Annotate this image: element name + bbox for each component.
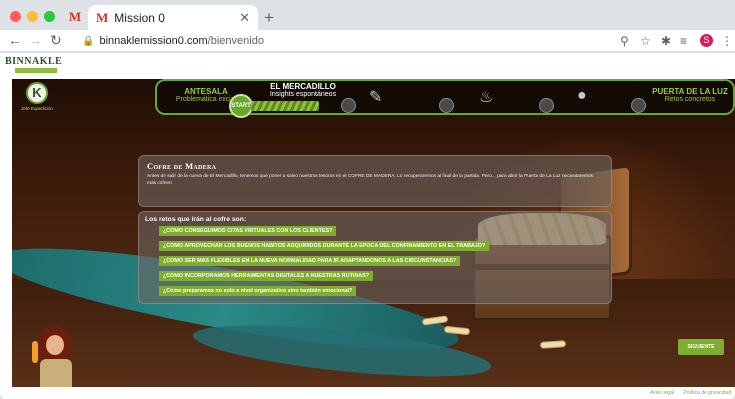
cauldron-icon: ♨ (479, 89, 494, 106)
quill-icon: ✎ (369, 89, 383, 106)
gmail-icon: M (96, 9, 109, 25)
reading-list-icon[interactable]: ≡ (680, 34, 687, 48)
address-bar[interactable]: 🔒 binnaklemission0.com/bienvenido (82, 32, 630, 50)
gmail-icon: M (68, 9, 82, 24)
reto-item[interactable]: ¿COMO CONSEGUIMOS CITAS VIRTUALES CON LO… (159, 226, 337, 236)
close-window-button[interactable] (10, 11, 21, 22)
site-header: BINNAKLE (0, 53, 735, 79)
browser-toolbar: ← → ↻ 🔒 binnaklemission0.com/bienvenido … (0, 30, 735, 52)
start-button[interactable]: START (229, 94, 253, 118)
stage-node-locked (341, 98, 356, 113)
reto-item[interactable]: ¿COMO SER MAS FLEXIBLES EN LA NUEVA NORM… (159, 256, 461, 266)
siguiente-button[interactable]: SIGUIENTE (678, 339, 724, 355)
crystal-ball-icon: ● (577, 87, 587, 104)
logo-text: BINNAKLE (5, 56, 63, 67)
footer-links: Aviso legal Política de privacidad (642, 390, 731, 396)
reto-item[interactable]: ¿Cómo preparamos no solo a nivel organiz… (159, 286, 357, 296)
reto-item[interactable]: ¿COMO INCORPORAMOS HERRAMIENTAS DIGITALE… (159, 271, 374, 281)
privacy-policy-link[interactable]: Política de privacidad (683, 390, 731, 396)
tab-mission-0[interactable]: M Mission 0 ✕ (88, 5, 258, 30)
stage-node-locked (539, 98, 554, 113)
explorer-character (32, 323, 80, 387)
stage-antesala-title: ANTESALA (184, 87, 228, 96)
bookmark-star-icon[interactable]: ☆ (640, 34, 651, 48)
character-shirt (40, 359, 72, 387)
retos-panel: Los retos que irán al cofre son: ¿COMO C… (138, 211, 612, 304)
intro-panel: Cofre de Madera Antes de salir de la cue… (138, 155, 612, 207)
stage-mercadillo-subtitle: Insights espontáneos (269, 91, 337, 98)
aviso-legal-link[interactable]: Aviso legal (650, 390, 674, 396)
web-page: BINNAKLE K Jefe Expedición ANTESALA Prob… (0, 53, 735, 399)
menu-dots-icon[interactable]: ⋮ (721, 34, 733, 48)
intro-body: Antes de salir de la cueva de El Mercadi… (147, 174, 594, 186)
new-tab-button[interactable]: + (264, 8, 274, 28)
stage-puerta-de-la-luz: PUERTA DE LA LUZ Retos concretos (649, 87, 731, 103)
character-face (46, 335, 64, 355)
key-node-icon (631, 98, 646, 113)
progress-bar (251, 101, 319, 111)
extensions-puzzle-icon[interactable]: ✱ (661, 34, 671, 48)
forward-arrow-icon[interactable]: → (28, 32, 42, 48)
stage-mercadillo: EL MERCADILLO Insights espontáneos (257, 82, 349, 98)
profile-avatar[interactable]: S (700, 34, 713, 47)
logo-underline (15, 68, 57, 73)
intro-title: Cofre de Madera (147, 161, 217, 171)
stage-puerta-subtitle: Retos concretos (664, 96, 716, 103)
back-arrow-icon[interactable]: ← (8, 32, 22, 48)
maximize-window-button[interactable] (44, 11, 55, 22)
browser-window: M M Mission 0 ✕ + ← → ↻ 🔒 binnaklemissio… (0, 0, 735, 399)
stage-puerta-title: PUERTA DE LA LUZ (652, 87, 728, 96)
progress-map: ANTESALA Problemática inicial EL MERCADI… (155, 79, 735, 118)
binnakle-logo[interactable]: BINNAKLE (5, 56, 62, 73)
jefe-expedicion-label: Jefe Expedición (21, 106, 53, 111)
url-text: binnaklemission0.com/bienvenido (99, 35, 264, 47)
minimize-window-button[interactable] (27, 11, 38, 22)
stage-mercadillo-title: EL MERCADILLO (270, 82, 336, 91)
lock-icon: 🔒 (82, 35, 95, 47)
game-scene: K Jefe Expedición ANTESALA Problemática … (12, 79, 735, 387)
zoom-icon[interactable]: ⚲ (620, 34, 629, 48)
jefe-expedicion-badge[interactable]: K Jefe Expedición (20, 82, 54, 111)
k-logo-icon: K (26, 82, 48, 104)
tab-close-icon[interactable]: ✕ (239, 10, 250, 26)
reto-item[interactable]: ¿COMO APROVECHAR LOS BUENOS HABITOS ADQU… (159, 241, 490, 251)
reload-icon[interactable]: ↻ (50, 32, 62, 49)
pinned-tab-gmail[interactable]: M (62, 7, 88, 27)
tab-title: Mission 0 (114, 10, 165, 25)
stage-node-locked (439, 98, 454, 113)
tab-strip: M M Mission 0 ✕ + (0, 0, 735, 30)
retos-heading: Los retos que irán al cofre son: (145, 216, 247, 223)
